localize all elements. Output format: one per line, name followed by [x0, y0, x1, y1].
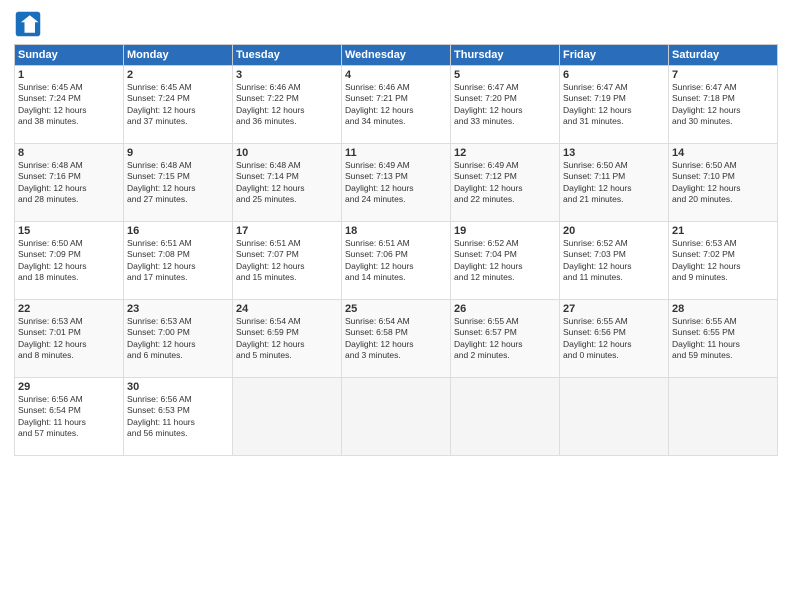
day-24: 24Sunrise: 6:54 AMSunset: 6:59 PMDayligh… [233, 300, 342, 378]
day-11: 11Sunrise: 6:49 AMSunset: 7:13 PMDayligh… [342, 144, 451, 222]
empty-cell-w4c5 [560, 378, 669, 456]
page-header [14, 10, 778, 38]
day-6: 6Sunrise: 6:47 AMSunset: 7:19 PMDaylight… [560, 66, 669, 144]
empty-cell-w4c2 [233, 378, 342, 456]
col-header-friday: Friday [560, 45, 669, 66]
day-23: 23Sunrise: 6:53 AMSunset: 7:00 PMDayligh… [124, 300, 233, 378]
day-13: 13Sunrise: 6:50 AMSunset: 7:11 PMDayligh… [560, 144, 669, 222]
day-18: 18Sunrise: 6:51 AMSunset: 7:06 PMDayligh… [342, 222, 451, 300]
col-header-wednesday: Wednesday [342, 45, 451, 66]
empty-cell-w4c3 [342, 378, 451, 456]
day-21: 21Sunrise: 6:53 AMSunset: 7:02 PMDayligh… [669, 222, 778, 300]
day-22: 22Sunrise: 6:53 AMSunset: 7:01 PMDayligh… [15, 300, 124, 378]
day-30: 30Sunrise: 6:56 AMSunset: 6:53 PMDayligh… [124, 378, 233, 456]
week-row-1: 1Sunrise: 6:45 AMSunset: 7:24 PMDaylight… [15, 66, 778, 144]
day-28: 28Sunrise: 6:55 AMSunset: 6:55 PMDayligh… [669, 300, 778, 378]
day-12: 12Sunrise: 6:49 AMSunset: 7:12 PMDayligh… [451, 144, 560, 222]
day-10: 10Sunrise: 6:48 AMSunset: 7:14 PMDayligh… [233, 144, 342, 222]
col-header-thursday: Thursday [451, 45, 560, 66]
empty-cell-w4c4 [451, 378, 560, 456]
day-2: 2Sunrise: 6:45 AMSunset: 7:24 PMDaylight… [124, 66, 233, 144]
day-15: 15Sunrise: 6:50 AMSunset: 7:09 PMDayligh… [15, 222, 124, 300]
day-29: 29Sunrise: 6:56 AMSunset: 6:54 PMDayligh… [15, 378, 124, 456]
col-header-tuesday: Tuesday [233, 45, 342, 66]
day-20: 20Sunrise: 6:52 AMSunset: 7:03 PMDayligh… [560, 222, 669, 300]
day-4: 4Sunrise: 6:46 AMSunset: 7:21 PMDaylight… [342, 66, 451, 144]
day-26: 26Sunrise: 6:55 AMSunset: 6:57 PMDayligh… [451, 300, 560, 378]
day-5: 5Sunrise: 6:47 AMSunset: 7:20 PMDaylight… [451, 66, 560, 144]
day-1: 1Sunrise: 6:45 AMSunset: 7:24 PMDaylight… [15, 66, 124, 144]
col-header-monday: Monday [124, 45, 233, 66]
day-3: 3Sunrise: 6:46 AMSunset: 7:22 PMDaylight… [233, 66, 342, 144]
week-row-2: 8Sunrise: 6:48 AMSunset: 7:16 PMDaylight… [15, 144, 778, 222]
day-19: 19Sunrise: 6:52 AMSunset: 7:04 PMDayligh… [451, 222, 560, 300]
logo-icon [14, 10, 42, 38]
calendar-table: SundayMondayTuesdayWednesdayThursdayFrid… [14, 44, 778, 456]
day-14: 14Sunrise: 6:50 AMSunset: 7:10 PMDayligh… [669, 144, 778, 222]
day-16: 16Sunrise: 6:51 AMSunset: 7:08 PMDayligh… [124, 222, 233, 300]
day-7: 7Sunrise: 6:47 AMSunset: 7:18 PMDaylight… [669, 66, 778, 144]
day-25: 25Sunrise: 6:54 AMSunset: 6:58 PMDayligh… [342, 300, 451, 378]
header-row: SundayMondayTuesdayWednesdayThursdayFrid… [15, 45, 778, 66]
day-9: 9Sunrise: 6:48 AMSunset: 7:15 PMDaylight… [124, 144, 233, 222]
day-27: 27Sunrise: 6:55 AMSunset: 6:56 PMDayligh… [560, 300, 669, 378]
day-8: 8Sunrise: 6:48 AMSunset: 7:16 PMDaylight… [15, 144, 124, 222]
empty-cell-w4c6 [669, 378, 778, 456]
logo [14, 10, 46, 38]
day-17: 17Sunrise: 6:51 AMSunset: 7:07 PMDayligh… [233, 222, 342, 300]
col-header-saturday: Saturday [669, 45, 778, 66]
col-header-sunday: Sunday [15, 45, 124, 66]
week-row-3: 15Sunrise: 6:50 AMSunset: 7:09 PMDayligh… [15, 222, 778, 300]
week-row-5: 29Sunrise: 6:56 AMSunset: 6:54 PMDayligh… [15, 378, 778, 456]
week-row-4: 22Sunrise: 6:53 AMSunset: 7:01 PMDayligh… [15, 300, 778, 378]
